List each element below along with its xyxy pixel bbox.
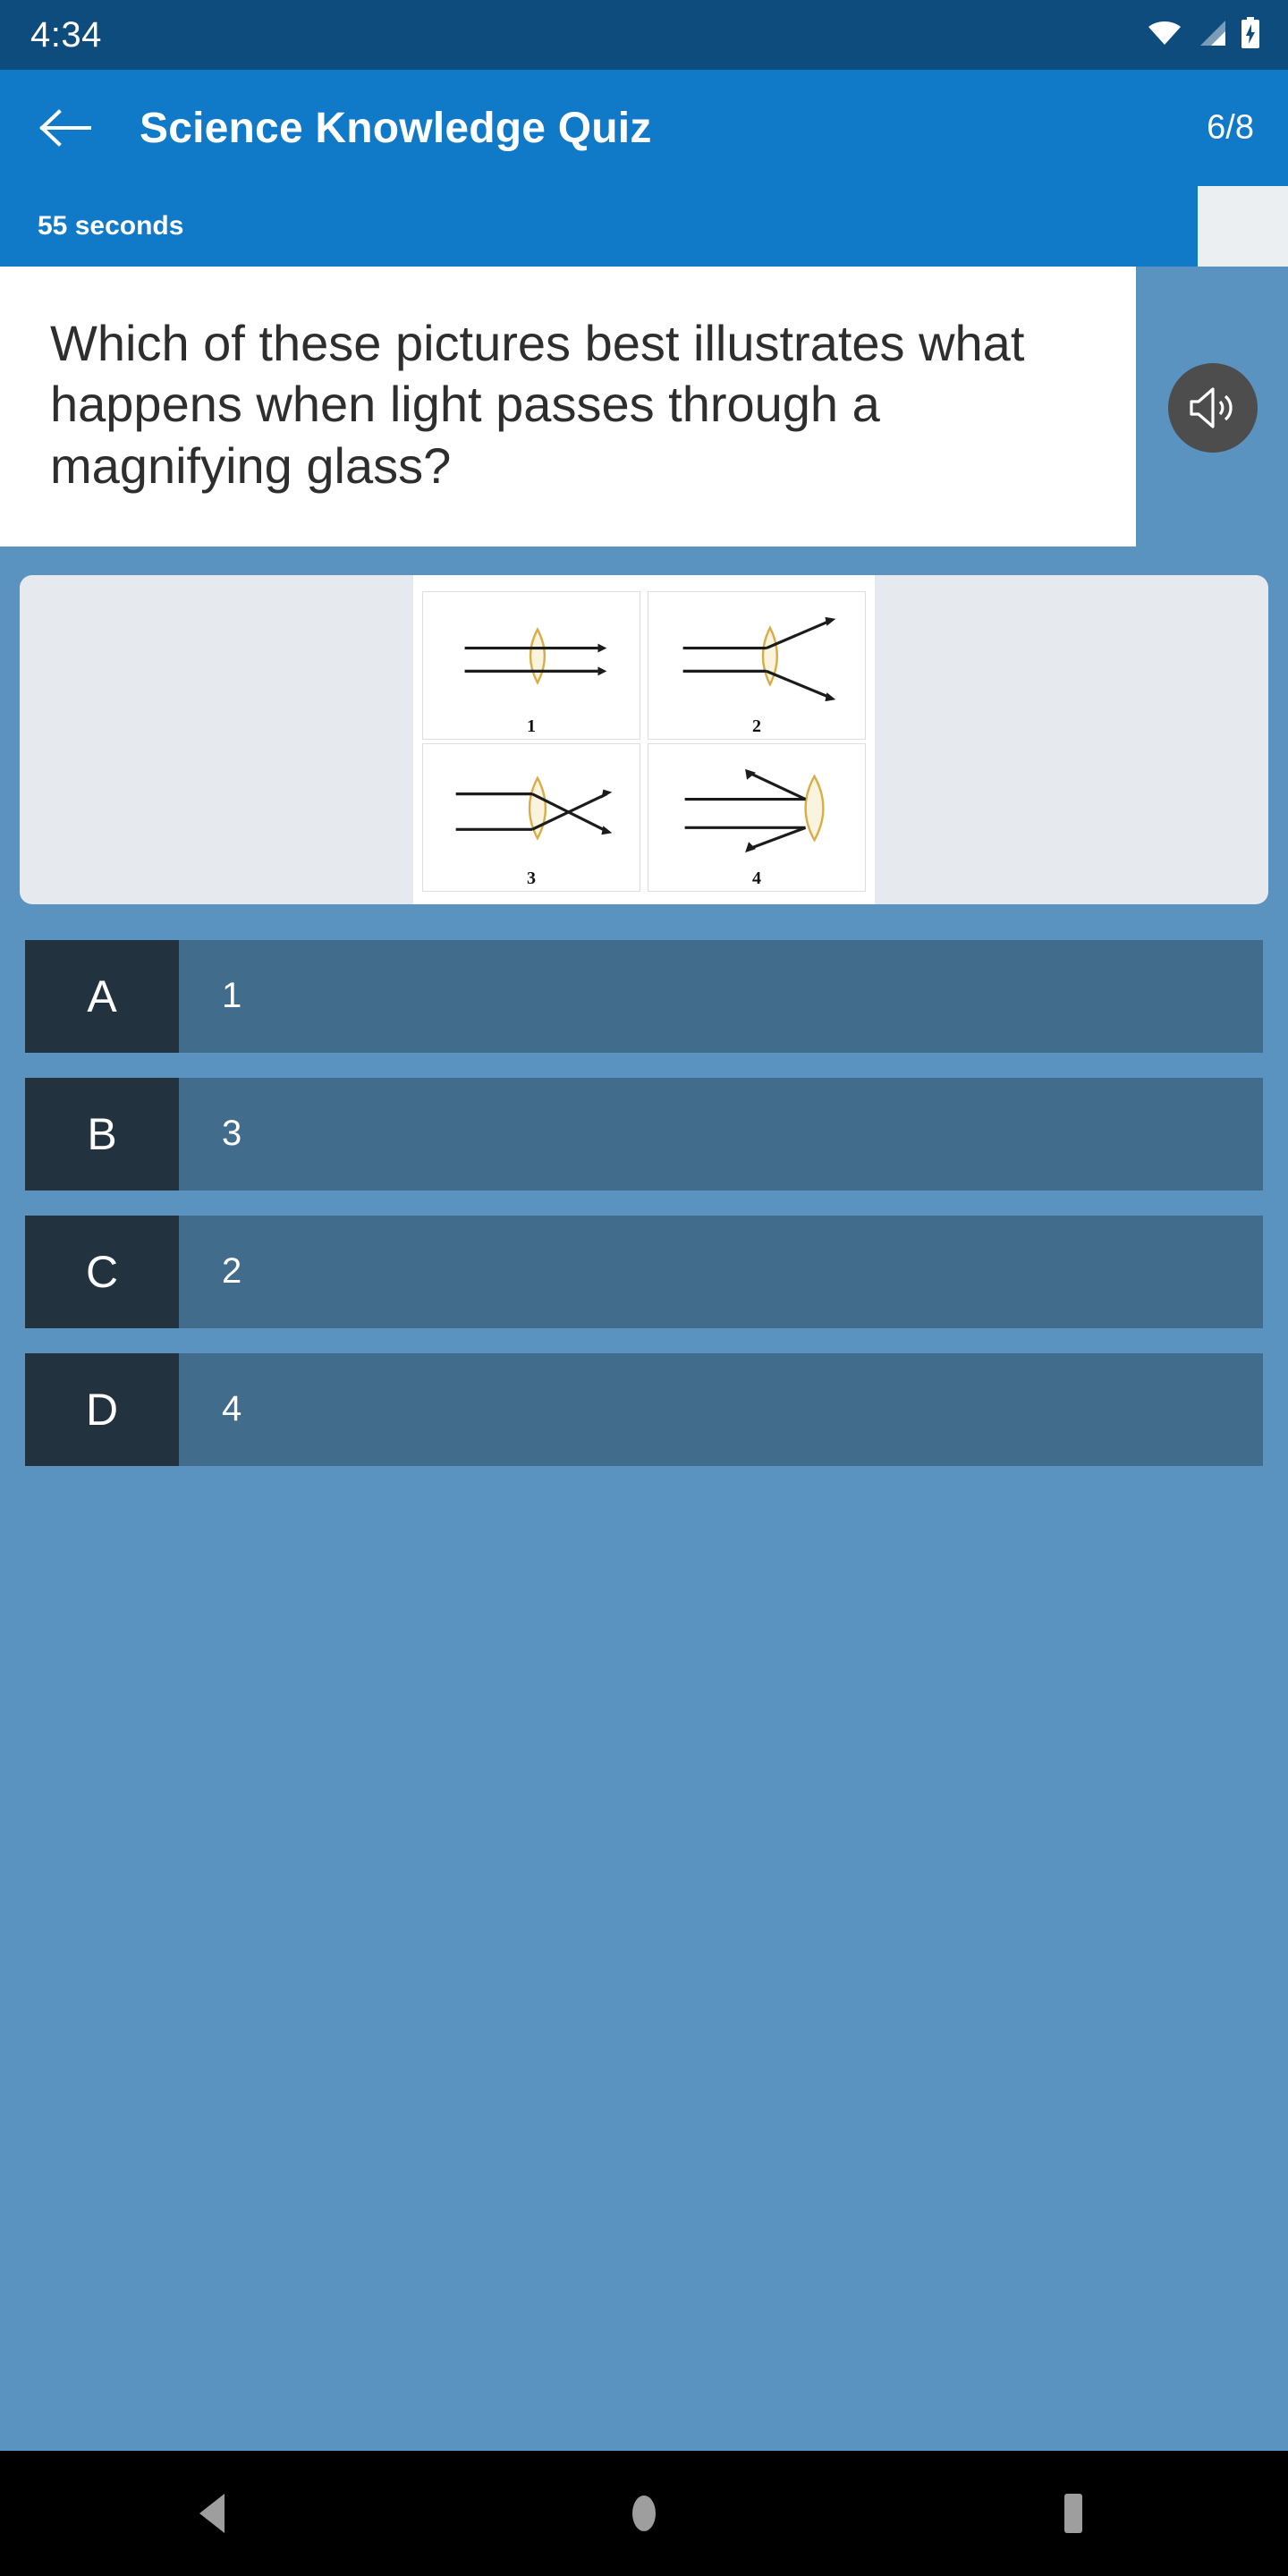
nav-back-icon <box>199 2494 225 2533</box>
speaker-button[interactable] <box>1168 363 1258 453</box>
page-title: Science Knowledge Quiz <box>140 104 652 152</box>
diagram-label-1: 1 <box>527 716 536 736</box>
status-time: 4:34 <box>30 14 102 55</box>
nav-back-button[interactable] <box>152 2451 277 2576</box>
lens-diagram-1-icon <box>464 627 607 685</box>
nav-recents-button[interactable] <box>1011 2451 1136 2576</box>
lens-diagram-3-icon <box>455 775 613 841</box>
answer-text-d: 4 <box>179 1352 1263 1466</box>
answer-text-a: 1 <box>179 939 1263 1053</box>
diagram-panel: 1 2 3 4 <box>413 574 875 904</box>
app-bar: Science Knowledge Quiz 6/8 <box>0 70 1288 186</box>
answer-letter-b: B <box>25 1077 179 1191</box>
nav-home-icon <box>632 2496 656 2531</box>
diagram-label-3: 3 <box>527 868 536 888</box>
answer-options-list: A 1 B 3 C 2 D 4 <box>25 939 1263 1466</box>
lens-diagram-4-icon <box>684 768 825 853</box>
lens-diagram-2-icon <box>682 616 836 702</box>
answer-text-b: 3 <box>179 1077 1263 1191</box>
cell-signal-icon <box>1195 19 1227 52</box>
timer-label: 55 seconds <box>38 211 184 241</box>
answer-text-c: 2 <box>179 1215 1263 1328</box>
diagram-cell-3: 3 <box>422 742 640 892</box>
volume-speaker-icon <box>1190 387 1233 428</box>
nav-recents-icon <box>1064 2494 1082 2533</box>
diagram-cell-2: 2 <box>648 590 866 740</box>
nav-home-button[interactable] <box>581 2451 707 2576</box>
battery-charging-icon <box>1240 16 1261 54</box>
answer-option-b[interactable]: B 3 <box>25 1077 1263 1191</box>
back-button[interactable] <box>30 93 100 163</box>
question-image-card: 1 2 3 4 <box>20 574 1268 904</box>
wifi-icon <box>1147 19 1182 52</box>
answer-letter-c: C <box>25 1215 179 1328</box>
status-bar: 4:34 <box>0 0 1288 70</box>
question-text: Which of these pictures best illustrates… <box>50 315 1025 494</box>
diagram-label-2: 2 <box>752 716 761 736</box>
android-nav-bar <box>0 2451 1288 2576</box>
timer-progress-bar: 55 seconds <box>0 186 1288 267</box>
answer-option-c[interactable]: C 2 <box>25 1215 1263 1328</box>
answer-option-d[interactable]: D 4 <box>25 1352 1263 1466</box>
question-section: Which of these pictures best illustrates… <box>0 267 1288 547</box>
diagram-grid: 1 2 3 4 <box>413 588 875 892</box>
diagram-cell-4: 4 <box>648 742 866 892</box>
answer-letter-d: D <box>25 1352 179 1466</box>
answer-option-a[interactable]: A 1 <box>25 939 1263 1053</box>
back-arrow-icon <box>39 109 91 147</box>
question-card: Which of these pictures best illustrates… <box>0 267 1136 547</box>
diagram-cell-1: 1 <box>422 590 640 740</box>
question-counter: 6/8 <box>1207 108 1254 147</box>
diagram-label-4: 4 <box>752 868 761 888</box>
status-icon-group <box>1147 0 1261 70</box>
answer-letter-a: A <box>25 939 179 1053</box>
